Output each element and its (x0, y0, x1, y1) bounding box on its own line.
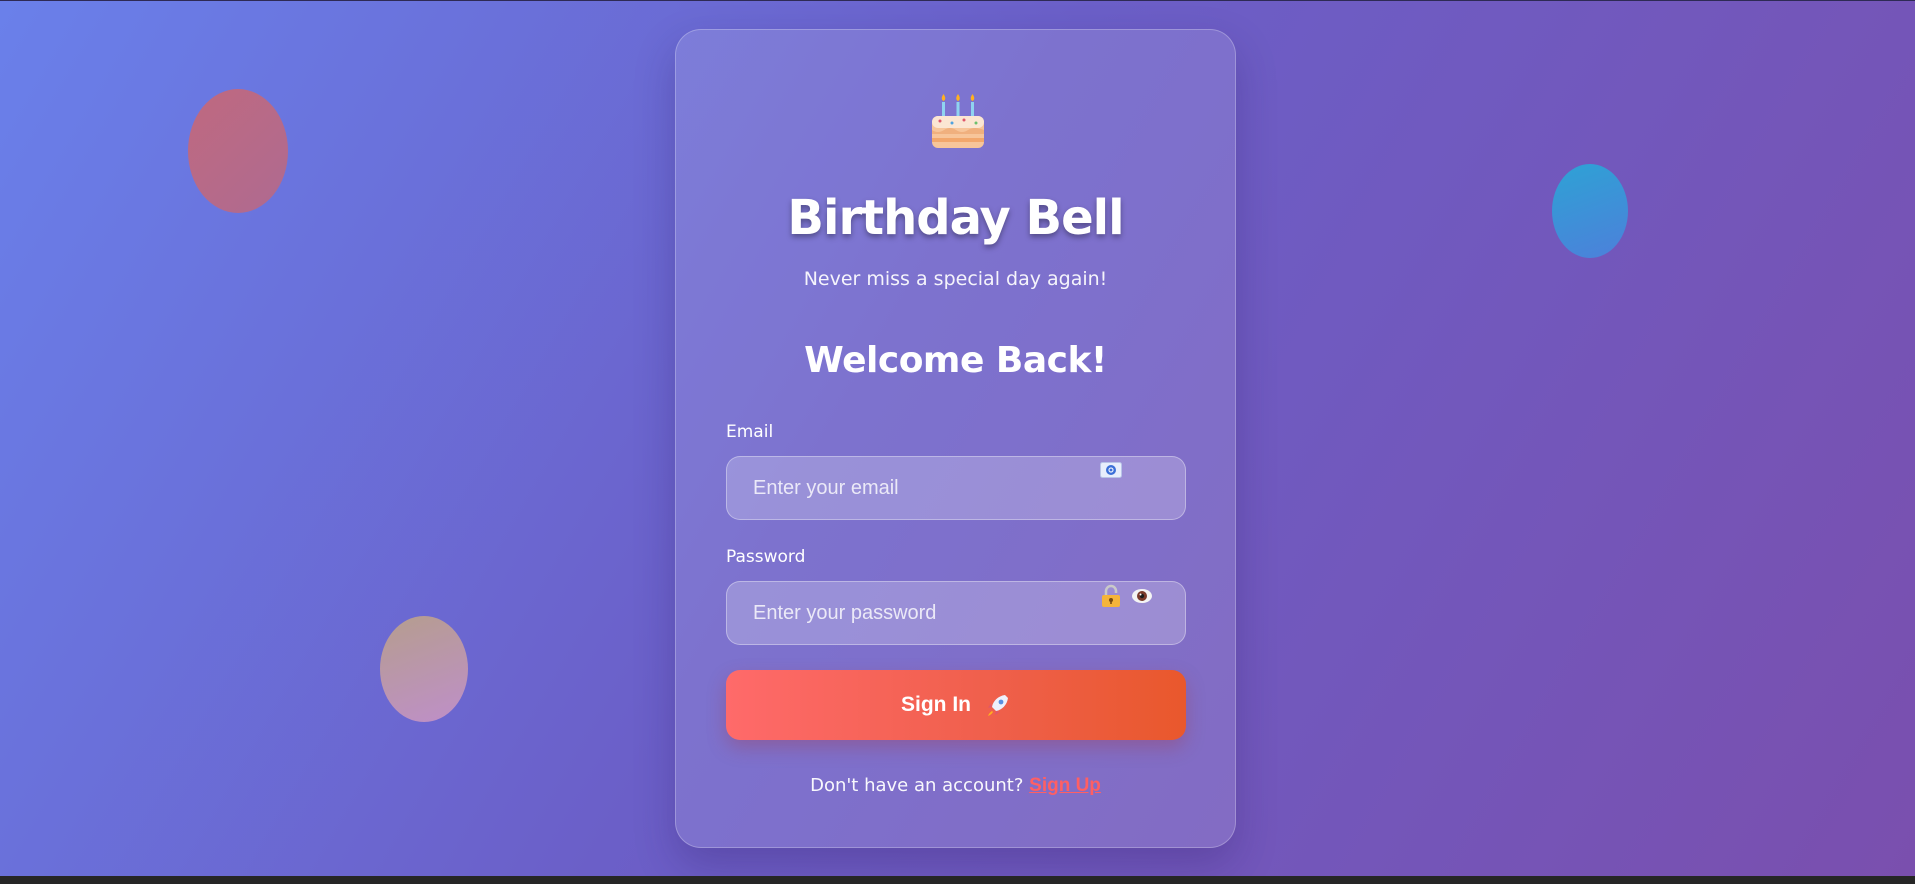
email-field-wrapper (726, 456, 1186, 520)
bottom-bar (0, 876, 1915, 884)
signup-prompt: Don't have an account? Sign Up (676, 775, 1235, 797)
at-sign-icon (1100, 462, 1122, 478)
window-top-border (0, 0, 1915, 1)
password-label: Password (726, 547, 806, 567)
lock-icon (1102, 584, 1120, 607)
sign-up-link[interactable]: Sign Up (1029, 775, 1101, 796)
balloon-red-decoration (188, 89, 288, 213)
rocket-icon (988, 695, 1008, 716)
eye-icon[interactable] (1131, 587, 1153, 605)
balloon-blue-decoration (1552, 164, 1628, 258)
email-label: Email (726, 422, 774, 442)
balloon-peach-decoration (380, 616, 468, 722)
sign-in-label: Sign In (901, 693, 971, 716)
sign-in-button[interactable]: Sign In (726, 670, 1186, 740)
app-title: Birthday Bell (787, 190, 1124, 246)
birthday-cake-icon (932, 94, 984, 148)
login-card: Birthday Bell Never miss a special day a… (675, 29, 1236, 848)
signup-prompt-text: Don't have an account? (810, 775, 1024, 796)
app-tagline: Never miss a special day again! (803, 268, 1108, 290)
password-field-wrapper (726, 581, 1186, 645)
welcome-heading: Welcome Back! (804, 340, 1107, 381)
